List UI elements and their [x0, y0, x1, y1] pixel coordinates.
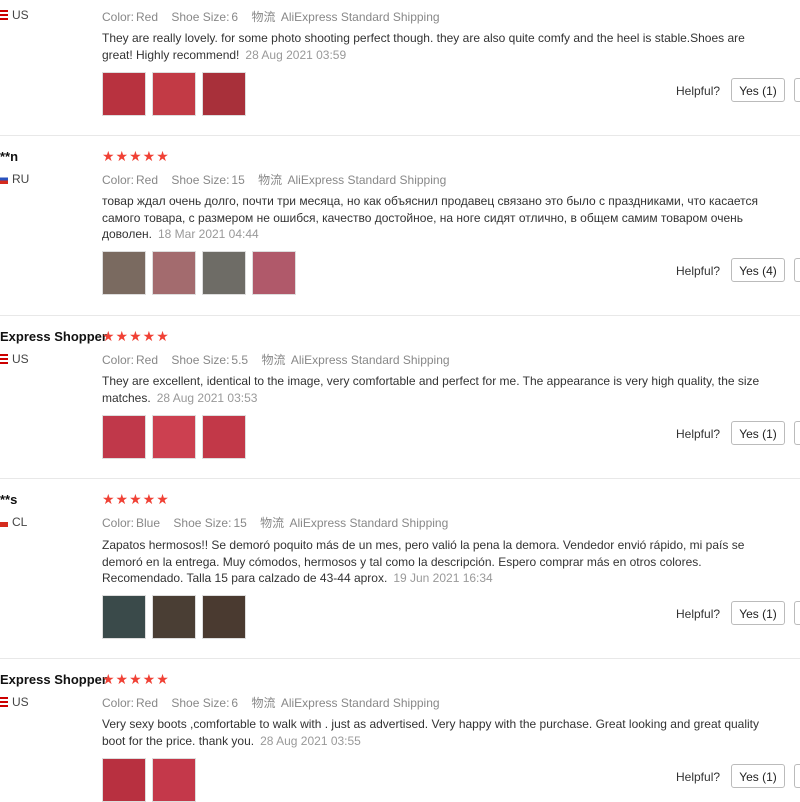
review-meta: Color: Red Shoe Size: 6 物流 AliExpress Stan…: [102, 10, 440, 24]
helpful-yes-button[interactable]: Yes (1): [731, 421, 785, 445]
helpful-no-button[interactable]: [794, 601, 800, 625]
review-text: They are excellent, identical to the ima…: [102, 374, 760, 405]
review-photos: [102, 595, 246, 639]
divider: [0, 135, 800, 136]
helpful-no-button[interactable]: [794, 258, 800, 282]
review-meta: Color: Red Shoe Size: 6 物流 AliExpress Stan…: [102, 696, 440, 710]
helpful-yes-button[interactable]: Yes (1): [731, 764, 785, 788]
reviewer-country: US: [0, 8, 29, 22]
review-text: Very sexy boots ,comfortable to walk wit…: [102, 717, 760, 748]
helpful-no-button[interactable]: [794, 764, 800, 788]
review-date: 28 Aug 2021 03:55: [260, 733, 361, 748]
review-date: 28 Aug 2021 03:53: [156, 390, 258, 405]
review-date: 19 Jun 2021 16:34: [393, 571, 493, 585]
review-photo[interactable]: [202, 595, 246, 639]
reviewer-country: CL: [0, 515, 27, 529]
ru-flag-icon: [0, 174, 8, 184]
review-photo[interactable]: [202, 72, 246, 116]
review-photo[interactable]: [102, 758, 146, 802]
reviewer-name: **s: [0, 492, 18, 507]
review-photo[interactable]: [152, 758, 196, 802]
review-photo[interactable]: [152, 415, 196, 459]
reviewer-country: RU: [0, 172, 29, 186]
review-date: 18 Mar 2021 04:44: [157, 227, 259, 241]
us-flag-icon: [0, 354, 8, 364]
review-photo[interactable]: [102, 251, 146, 295]
us-flag-icon: [0, 697, 8, 707]
review-photo[interactable]: [252, 251, 296, 295]
review-photo[interactable]: [152, 251, 196, 295]
review-photo[interactable]: [152, 595, 196, 639]
review-text: They are really lovely. for some photo s…: [102, 31, 745, 62]
review-meta: Color: Red Shoe Size: 5.5 物流 AliExpress St…: [102, 353, 450, 367]
reviewer-name: Express Shopper: [0, 329, 107, 344]
helpful-label: Helpful?: [676, 770, 721, 784]
review-date: 28 Aug 2021 03:59: [245, 47, 347, 62]
review-photos: [102, 251, 296, 295]
us-flag-icon: [0, 10, 8, 20]
divider: [0, 478, 800, 479]
review-photo[interactable]: [152, 72, 196, 116]
reviewer-country: US: [0, 695, 29, 709]
helpful-label: Helpful?: [676, 427, 721, 441]
review-photo[interactable]: [202, 251, 246, 295]
review-photo[interactable]: [102, 595, 146, 639]
rating-stars: ★★★★★: [102, 148, 170, 164]
divider: [0, 315, 800, 316]
review-meta: Color: Red Shoe Size: 15 物流 AliExpress Sta…: [102, 173, 447, 187]
divider: [0, 658, 800, 659]
helpful-yes-button[interactable]: Yes (4): [731, 258, 785, 282]
helpful-no-button[interactable]: [794, 78, 800, 102]
helpful-label: Helpful?: [676, 607, 721, 621]
cl-flag-icon: [0, 517, 8, 527]
helpful-yes-button[interactable]: Yes (1): [731, 78, 785, 102]
rating-stars: ★★★★★: [102, 491, 170, 507]
review-text: Zapatos hermosos!! Se demoró poquito más…: [102, 538, 745, 585]
reviewer-name: **n: [0, 149, 19, 164]
reviewer-country: US: [0, 352, 29, 366]
rating-stars: ★★★★★: [102, 671, 170, 687]
helpful-no-button[interactable]: [794, 421, 800, 445]
reviewer-name: Express Shopper: [0, 672, 107, 687]
review-text: товар ждал очень долго, почти три месяца…: [102, 194, 759, 241]
helpful-label: Helpful?: [676, 264, 721, 278]
helpful-yes-button[interactable]: Yes (1): [731, 601, 785, 625]
review-photos: [102, 415, 246, 459]
review-photo[interactable]: [202, 415, 246, 459]
review-photo[interactable]: [102, 72, 146, 116]
review-meta: Color: Blue Shoe Size: 15 物流 AliExpress St…: [102, 516, 449, 530]
helpful-label: Helpful?: [676, 84, 721, 98]
review-photos: [102, 72, 246, 116]
review-photos: [102, 758, 196, 802]
rating-stars: ★★★★★: [102, 328, 170, 344]
review-photo[interactable]: [102, 415, 146, 459]
